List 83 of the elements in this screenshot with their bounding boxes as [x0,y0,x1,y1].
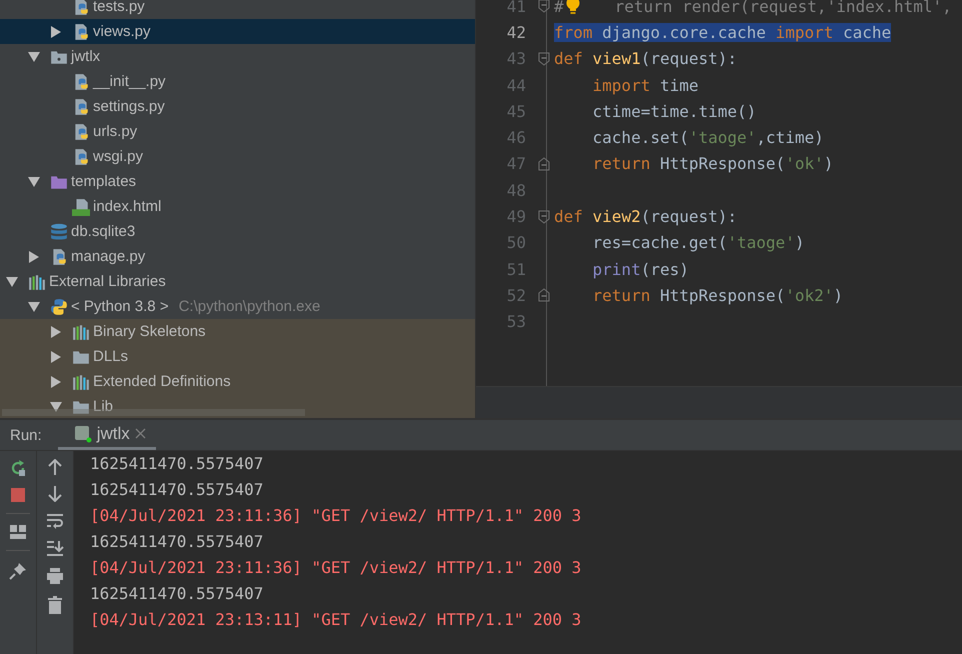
tree-item[interactable]: index.html [0,194,475,219]
fold-icon[interactable] [537,52,551,66]
scroll-to-end-icon[interactable] [46,540,64,556]
line-number: 53 [506,312,527,332]
fold-icon[interactable] [537,156,551,171]
line-number: 49 [506,207,527,226]
expand-arrow-icon[interactable] [50,350,62,362]
code-line: # [554,0,564,16]
soft-wrap-icon[interactable] [46,513,64,529]
lightbulb-icon[interactable] [564,0,581,16]
html-file-icon [72,198,90,216]
collapse-arrow-icon[interactable] [28,50,40,62]
tree-item[interactable]: wsgi.py [0,144,475,169]
tree-item[interactable]: __init__.py [0,69,475,94]
code-line: def view1(request): [554,49,738,68]
console-line: [04/Jul/2021 23:11:36] "GET /view2/ HTTP/1.1" 200 3 [90,505,582,527]
line-number: 47 [506,154,527,174]
line-number: 48 [506,180,527,200]
tree-item[interactable]: templates [0,169,475,194]
up-arrow-icon[interactable] [48,459,62,475]
code-line: res=cache.get('taoge') [592,233,804,252]
collapse-arrow-icon[interactable] [28,300,40,312]
library-icon [72,372,90,390]
collapse-arrow-icon[interactable] [6,276,18,288]
line-number: 52 [506,286,527,305]
code-line: import time [592,76,698,95]
trash-icon[interactable] [48,596,62,614]
tree-item[interactable]: views.py [0,19,475,44]
line-number: 42 [506,22,527,42]
line-number: 51 [506,260,527,279]
fold-icon[interactable] [537,0,551,14]
collapse-arrow-icon[interactable] [50,400,62,412]
line-number: 44 [506,76,527,95]
down-arrow-icon[interactable] [48,486,62,502]
tree-item[interactable]: jwtlx [0,44,475,69]
expand-arrow-icon[interactable] [50,326,62,338]
line-number: 45 [506,102,527,121]
interpreter-path: C:\python\python.exe [178,298,320,315]
tree-item[interactable]: Extended Definitions [0,369,475,394]
close-icon[interactable] [134,428,146,439]
fold-icon[interactable] [537,288,551,302]
line-number: 41 [506,0,527,16]
tree-item[interactable]: db.sqlite3 [0,219,475,244]
console-line: 1625411470.5575407 [90,453,264,475]
tree-item[interactable]: tests.py [0,0,475,19]
console-line: 1625411470.5575407 [90,531,264,553]
line-number: 50 [506,233,527,252]
line-number: 46 [506,128,527,148]
panel-title: Run: [10,426,42,444]
collapse-arrow-icon[interactable] [28,176,40,188]
tree-item[interactable]: settings.py [0,94,475,119]
expand-arrow-icon[interactable] [50,26,62,38]
python-logo-icon [50,298,68,316]
code-line: print(res) [592,260,689,279]
tree-item[interactable]: urls.py [0,119,475,144]
code-line: cache.set('taoge',ctime) [592,128,824,148]
tree-item[interactable]: Lib [0,394,475,418]
tree-item[interactable]: Binary Skeletons [0,319,475,344]
code-line: def view2(request): [554,207,738,226]
layout-icon[interactable] [10,525,26,539]
tree-item[interactable]: DLLs [0,344,475,369]
code-line: ctime=time.time() [592,102,756,121]
console-line: 1625411470.5575407 [90,479,264,501]
fold-icon[interactable] [537,210,551,224]
tree-item[interactable]: < Python 3.8 > C:\python\python.exe [0,294,475,319]
console-line: 1625411470.5575407 [90,583,264,605]
code-line: return HttpResponse('ok') [592,154,834,174]
tree-item[interactable]: manage.py [0,244,475,269]
rerun-icon[interactable] [9,459,27,477]
tree-item[interactable]: External Libraries [0,269,475,294]
run-tab[interactable]: jwtlx [58,420,156,450]
code-line: return HttpResponse('ok2') [592,286,843,305]
database-icon [50,222,68,240]
library-icon [72,322,90,340]
console-line: [04/Jul/2021 23:11:36] "GET /view2/ HTTP/1.1" 200 3 [90,557,582,579]
printer-icon[interactable] [46,567,64,585]
expand-arrow-icon[interactable] [50,376,62,388]
line-number: 43 [506,49,527,68]
django-icon [74,424,92,442]
library-icon [28,272,46,290]
pin-icon[interactable] [9,562,27,580]
console-line: [04/Jul/2021 23:13:11] "GET /view2/ HTTP/1.1" 200 3 [90,609,582,631]
expand-arrow-icon[interactable] [28,250,40,262]
